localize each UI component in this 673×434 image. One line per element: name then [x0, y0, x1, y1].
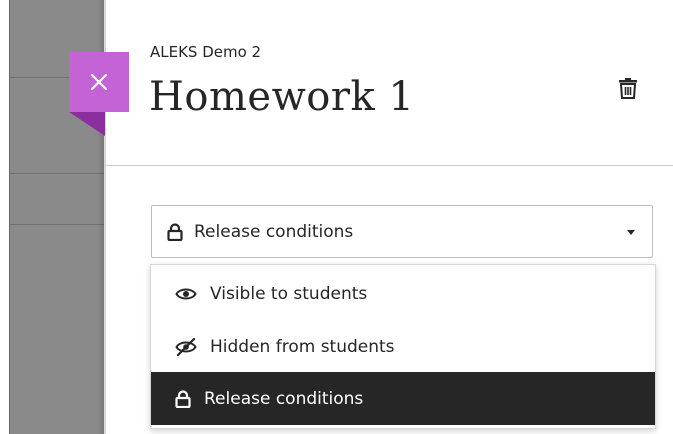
visibility-menu: Visible to students Hidden from students…	[150, 264, 656, 429]
close-icon	[90, 73, 108, 91]
visibility-dropdown[interactable]: Release conditions	[151, 205, 653, 258]
menu-item-visible[interactable]: Visible to students	[151, 267, 655, 320]
delete-button[interactable]	[614, 74, 642, 102]
close-panel-button[interactable]	[69, 52, 129, 112]
menu-item-label: Visible to students	[210, 283, 368, 304]
close-tab-fold	[69, 112, 105, 136]
backdrop-edge	[0, 0, 10, 434]
backdrop-divider	[10, 173, 104, 174]
screen: ALEKS Demo 2 Homework 1 Release conditio…	[0, 0, 673, 434]
page-title: Homework 1	[149, 74, 415, 120]
lock-icon	[175, 389, 191, 408]
chevron-down-icon	[627, 230, 635, 235]
menu-item-hidden[interactable]: Hidden from students	[151, 320, 655, 373]
trash-icon	[619, 78, 637, 99]
menu-item-release-conditions[interactable]: Release conditions	[151, 372, 655, 425]
header-divider	[104, 165, 673, 166]
backdrop-divider	[10, 224, 104, 225]
course-name: ALEKS Demo 2	[150, 43, 262, 61]
menu-item-label: Release conditions	[204, 388, 364, 409]
dropdown-selected-value: Release conditions	[194, 221, 354, 242]
eye-icon	[175, 286, 197, 302]
eye-slash-icon	[175, 337, 197, 356]
lock-icon	[167, 222, 183, 241]
menu-item-label: Hidden from students	[210, 336, 395, 357]
